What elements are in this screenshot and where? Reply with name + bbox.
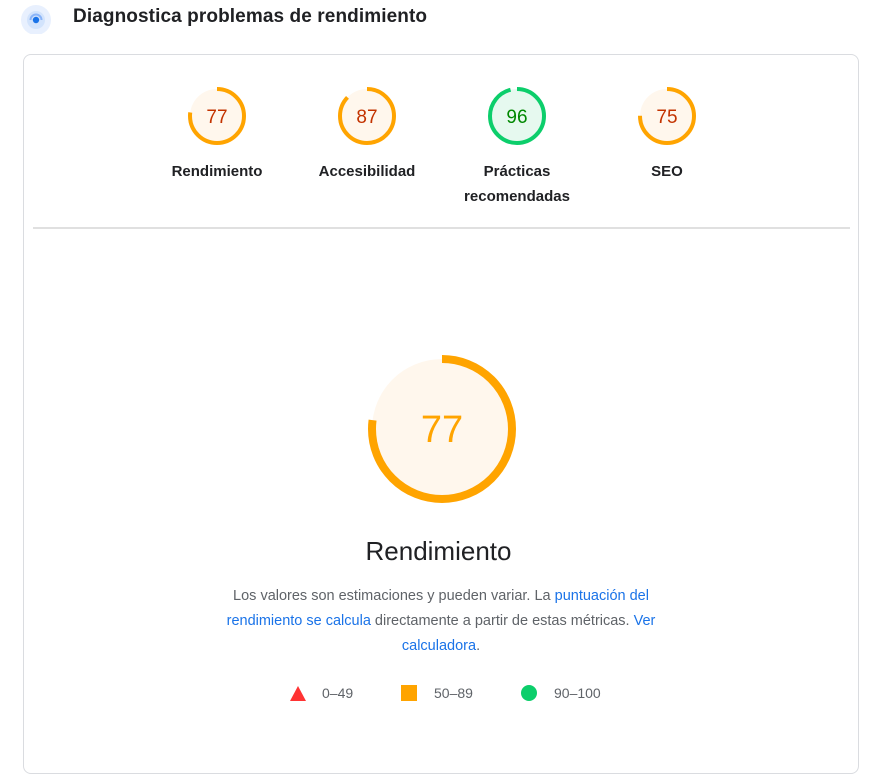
score-ring: 77 — [188, 87, 246, 145]
category-score: 75 — [656, 107, 677, 128]
performance-score-value: 77 — [421, 409, 463, 451]
category-score: 77 — [206, 107, 227, 128]
category-label-line: SEO — [651, 163, 683, 180]
category-label-line: Rendimiento — [171, 163, 263, 180]
category-gauge[interactable]: 96 Prácticas recomendadas — [442, 85, 592, 209]
performance-icon — [21, 5, 51, 34]
description-text: directamente a partir de estas métricas. — [370, 613, 634, 629]
page-title: Diagnostica problemas de rendimiento — [73, 6, 428, 27]
category-label: SEO — [592, 159, 742, 184]
category-score: 96 — [506, 107, 527, 128]
score-ring: 75 — [638, 87, 696, 145]
category-label: Accesibilidad — [292, 159, 442, 184]
legend-pass-range: 90–100 — [554, 685, 601, 701]
category-gauge[interactable]: 87 Accesibilidad — [292, 85, 442, 184]
circle-icon — [521, 685, 537, 701]
category-score: 87 — [356, 107, 377, 128]
score-description: Los valores son estimaciones y pueden va… — [210, 584, 672, 659]
description-text: . — [476, 638, 481, 654]
page-header: Diagnostica problemas de rendimiento — [0, 0, 877, 40]
category-gauge[interactable]: 75 SEO — [592, 85, 742, 184]
description-text: Los valores son estimaciones y pueden va… — [233, 588, 555, 604]
score-ring: 96 — [488, 87, 546, 145]
score-ring: 87 — [338, 87, 396, 145]
score-legend: 0–49 50–89 90–100 — [0, 683, 877, 705]
category-label: Rendimiento — [142, 159, 292, 184]
legend-fail-range: 0–49 — [322, 685, 354, 701]
divider — [33, 227, 850, 229]
legend-average-range: 50–89 — [434, 685, 473, 701]
category-label-line: recomendadas — [464, 188, 570, 205]
triangle-icon — [290, 686, 306, 701]
category-label-line: Prácticas — [483, 163, 551, 180]
performance-title: Rendimiento — [365, 536, 512, 566]
category-gauge[interactable]: 77 Rendimiento — [142, 85, 292, 184]
performance-score-gauge: 77 — [368, 355, 516, 503]
category-label: Prácticas recomendadas — [442, 159, 592, 209]
category-label-line: Accesibilidad — [318, 163, 416, 180]
square-icon — [401, 685, 417, 701]
